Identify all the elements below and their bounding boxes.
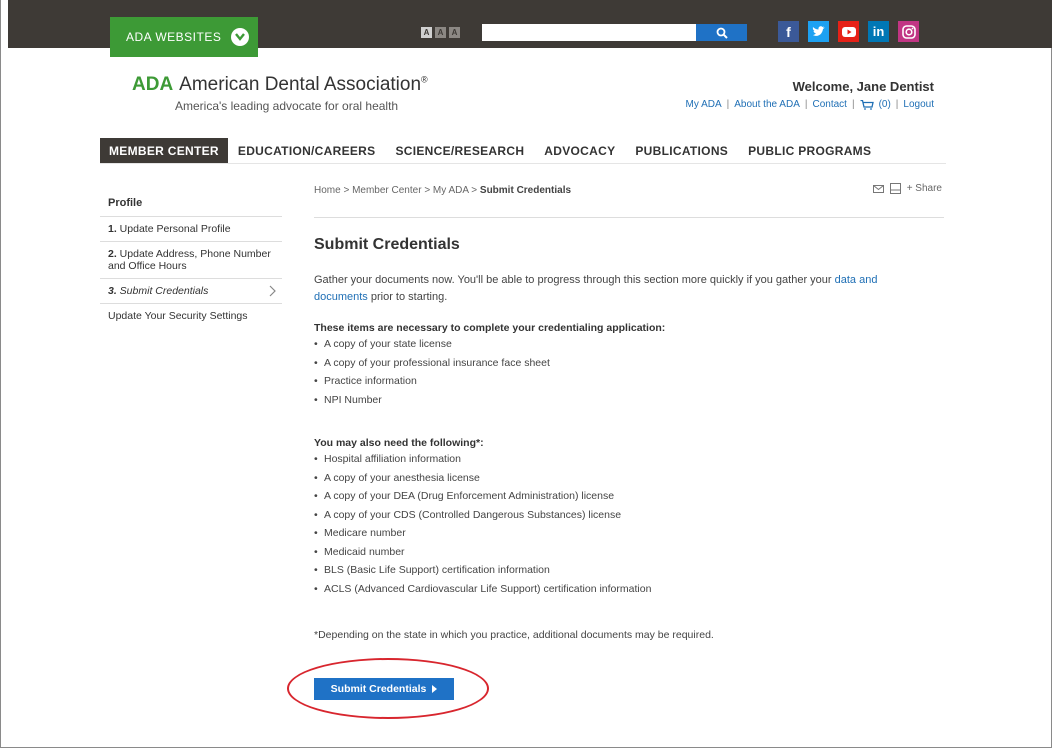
font-size-small[interactable]: A bbox=[421, 27, 432, 38]
youtube-icon[interactable] bbox=[838, 21, 859, 42]
required-heading: These items are necessary to complete yo… bbox=[314, 322, 666, 334]
ada-websites-button[interactable]: ADA WEBSITES bbox=[110, 17, 258, 57]
submit-label: Submit Credentials bbox=[330, 683, 427, 695]
share-tools: + Share bbox=[872, 183, 942, 194]
list-item: A copy of your DEA (Drug Enforcement Adm… bbox=[314, 487, 651, 506]
list-item: ACLS (Advanced Cardiovascular Life Suppo… bbox=[314, 580, 651, 599]
sidebar-item-label: Update Address, Phone Number and Office … bbox=[108, 248, 271, 272]
about-link[interactable]: About the ADA bbox=[734, 99, 800, 110]
font-size-controls: A A A bbox=[421, 27, 460, 38]
profile-sidebar: Profile 1. Update Personal Profile 2. Up… bbox=[100, 188, 282, 328]
caret-right-icon bbox=[432, 685, 438, 693]
optional-list: Hospital affiliation information A copy … bbox=[314, 450, 651, 598]
nav-education-careers[interactable]: EDUCATION/CAREERS bbox=[228, 138, 386, 163]
contact-link[interactable]: Contact bbox=[812, 99, 846, 110]
sidebar-title: Profile bbox=[100, 188, 282, 217]
breadcrumb: Home > Member Center > My ADA > Submit C… bbox=[314, 185, 571, 196]
search-button[interactable] bbox=[696, 24, 747, 41]
breadcrumb-current: Submit Credentials bbox=[479, 185, 572, 196]
list-item: Practice information bbox=[314, 372, 665, 391]
sidebar-item-label: Update Your Security Settings bbox=[108, 310, 248, 322]
optional-heading: You may also need the following*: bbox=[314, 437, 484, 449]
my-ada-link[interactable]: My ADA bbox=[686, 99, 722, 110]
logout-link[interactable]: Logout bbox=[903, 99, 934, 110]
search-input[interactable] bbox=[482, 24, 696, 41]
separator: | bbox=[726, 99, 730, 110]
list-item: BLS (Basic Life Support) certification i… bbox=[314, 561, 651, 580]
step-number: 3. bbox=[108, 285, 117, 297]
breadcrumb-path[interactable]: Home > Member Center > My ADA > bbox=[314, 185, 480, 196]
sidebar-item-update-address[interactable]: 2. Update Address, Phone Number and Offi… bbox=[100, 242, 282, 279]
logo-abbr: ADA bbox=[132, 74, 174, 95]
utility-links: My ADA | About the ADA | Contact | (0) |… bbox=[686, 99, 934, 110]
nav-member-center[interactable]: MEMBER CENTER bbox=[100, 138, 228, 163]
instagram-icon[interactable] bbox=[898, 21, 919, 42]
list-item: A copy of your CDS (Controlled Dangerous… bbox=[314, 506, 651, 525]
linkedin-icon[interactable]: in bbox=[868, 21, 889, 42]
main-navigation: MEMBER CENTER EDUCATION/CAREERS SCIENCE/… bbox=[100, 138, 946, 164]
list-item: Medicare number bbox=[314, 524, 651, 543]
required-list: A copy of your state license A copy of y… bbox=[314, 335, 665, 409]
intro-end: prior to starting. bbox=[367, 291, 448, 303]
intro-text: Gather your documents now. You'll be abl… bbox=[314, 272, 934, 306]
nav-publications[interactable]: PUBLICATIONS bbox=[625, 138, 738, 163]
footnote: *Depending on the state in which you pra… bbox=[314, 629, 714, 641]
separator: | bbox=[804, 99, 808, 110]
print-icon[interactable] bbox=[889, 183, 901, 194]
list-item: A copy of your state license bbox=[314, 335, 665, 354]
sidebar-item-label: Submit Credentials bbox=[116, 285, 209, 297]
chevron-right-icon bbox=[269, 285, 276, 297]
list-item: Medicaid number bbox=[314, 543, 651, 562]
facebook-icon[interactable]: f bbox=[778, 21, 799, 42]
required-items-section: These items are necessary to complete yo… bbox=[314, 322, 665, 409]
sidebar-item-security-settings[interactable]: Update Your Security Settings bbox=[100, 304, 282, 328]
page-title: Submit Credentials bbox=[314, 236, 460, 253]
intro-start: Gather your documents now. You'll be abl… bbox=[314, 274, 835, 286]
nav-science-research[interactable]: SCIENCE/RESEARCH bbox=[385, 138, 534, 163]
separator: | bbox=[851, 99, 855, 110]
step-number: 2. bbox=[108, 248, 117, 260]
nav-advocacy[interactable]: ADVOCACY bbox=[534, 138, 625, 163]
submit-credentials-button[interactable]: Submit Credentials bbox=[314, 678, 454, 700]
list-item: Hospital affiliation information bbox=[314, 450, 651, 469]
cart-icon[interactable] bbox=[860, 99, 874, 110]
tagline: America's leading advocate for oral heal… bbox=[175, 99, 399, 113]
divider bbox=[314, 217, 944, 218]
separator: | bbox=[895, 99, 899, 110]
nav-public-programs[interactable]: PUBLIC PROGRAMS bbox=[738, 138, 881, 163]
welcome-message: Welcome, Jane Dentist bbox=[792, 79, 934, 94]
chevron-down-icon bbox=[231, 28, 250, 46]
email-icon[interactable] bbox=[872, 184, 884, 193]
font-size-large[interactable]: A bbox=[449, 27, 460, 38]
ada-websites-label: ADA WEBSITES bbox=[126, 30, 222, 44]
sidebar-item-update-personal-profile[interactable]: 1. Update Personal Profile bbox=[100, 217, 282, 242]
step-number: 1. bbox=[108, 223, 117, 235]
ada-logo[interactable]: ADA American Dental Association® bbox=[132, 74, 428, 96]
list-item: A copy of your professional insurance fa… bbox=[314, 354, 665, 373]
list-item: NPI Number bbox=[314, 391, 665, 410]
twitter-icon[interactable] bbox=[808, 21, 829, 42]
social-links: f in bbox=[778, 21, 919, 42]
cart-count[interactable]: (0) bbox=[879, 99, 891, 110]
logo-registered: ® bbox=[421, 74, 428, 85]
font-size-medium[interactable]: A bbox=[435, 27, 446, 38]
sidebar-item-label: Update Personal Profile bbox=[116, 223, 231, 235]
optional-items-section: You may also need the following*: Hospit… bbox=[314, 437, 651, 598]
sidebar-item-submit-credentials[interactable]: 3. Submit Credentials bbox=[100, 279, 282, 304]
list-item: A copy of your anesthesia license bbox=[314, 469, 651, 488]
search-icon bbox=[716, 27, 728, 39]
logo-name: American Dental Association bbox=[179, 74, 422, 95]
share-link[interactable]: + Share bbox=[907, 183, 942, 194]
